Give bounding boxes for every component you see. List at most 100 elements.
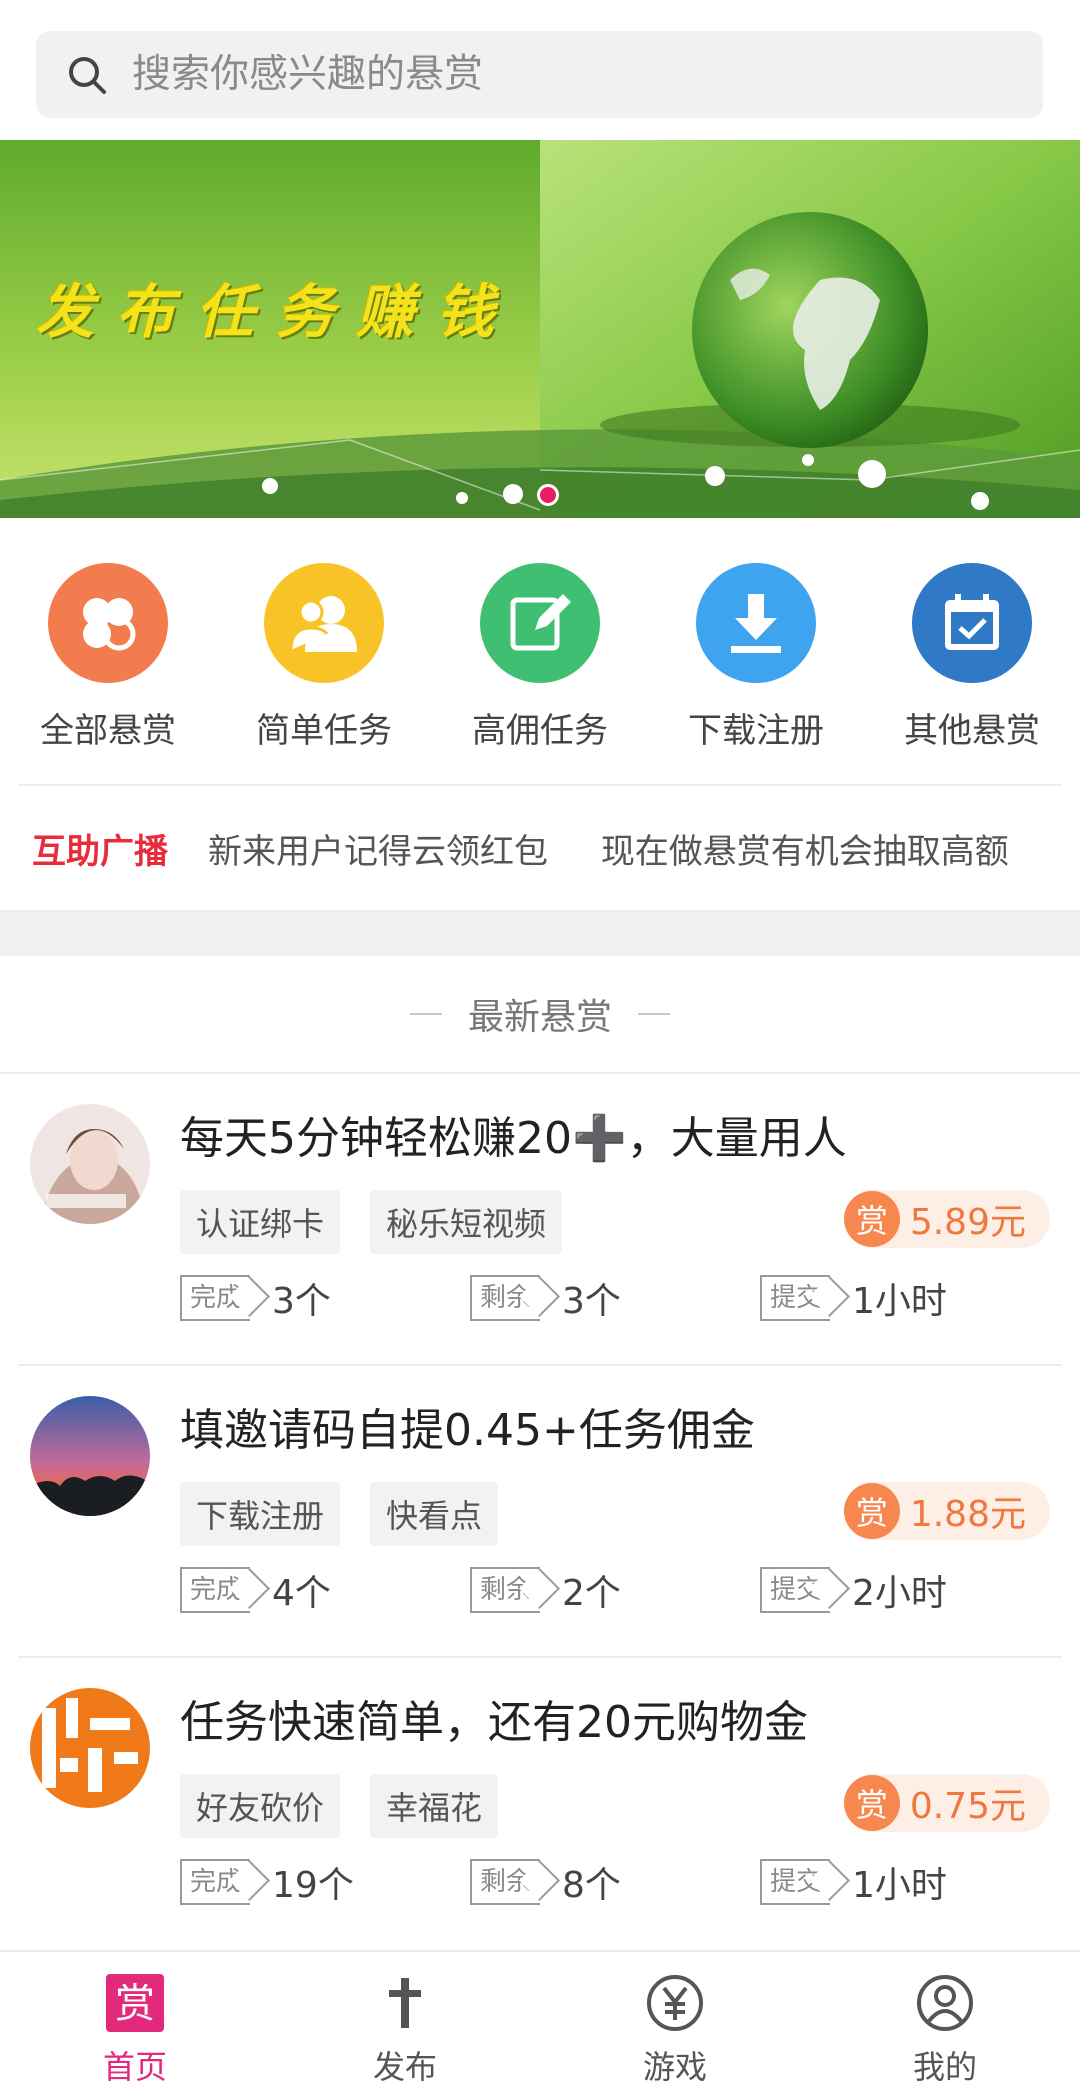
cross-icon	[270, 1972, 540, 2034]
task-tags: 好友砍价 幸福花	[180, 1774, 528, 1838]
stat-remaining: 剩余 3个	[470, 1272, 621, 1324]
search-bar[interactable]	[36, 31, 1043, 118]
stat-label: 完成	[180, 1567, 251, 1613]
search-header	[0, 0, 1080, 140]
stat-value: 19个	[272, 1865, 354, 1906]
reward-amount: 赏 1.88元	[843, 1482, 1050, 1540]
category-label: 全部悬赏	[40, 711, 176, 751]
nav-profile[interactable]: 我的	[810, 1972, 1080, 2088]
stat-completed: 完成 19个	[180, 1856, 354, 1908]
task-tag: 秘乐短视频	[370, 1190, 563, 1254]
stat-label: 剩余	[470, 1859, 541, 1905]
nav-publish[interactable]: 发布	[270, 1972, 540, 2088]
stat-submit-time: 提交 2小时	[760, 1564, 947, 1616]
stat-value: 2个	[562, 1573, 621, 1614]
promo-banner[interactable]: 发布任务赚钱	[0, 140, 1080, 518]
task-title: 任务快速简单，还有20元购物金	[180, 1697, 808, 1748]
yen-coin-icon	[540, 1972, 810, 2034]
nav-label: 游戏	[642, 2048, 707, 2086]
stat-label: 剩余	[470, 1567, 541, 1613]
task-item[interactable]: 填邀请码自提0.45+任务佣金 下载注册 快看点 赏 1.88元 完成 4个 剩…	[0, 1366, 1080, 1658]
download-icon	[696, 563, 816, 683]
reward-badge-icon: 赏	[0, 1972, 270, 2034]
stat-value: 1小时	[852, 1281, 947, 1322]
section-title: 最新悬赏	[467, 997, 612, 1038]
reward-amount: 赏 0.75元	[843, 1774, 1050, 1832]
task-tags: 认证绑卡 秘乐短视频	[180, 1190, 592, 1254]
broadcast-bar[interactable]: 互助广播 新来用户记得云领红包 现在做悬赏有机会抽取高额	[0, 786, 1080, 910]
users-icon	[264, 563, 384, 683]
task-tag: 下载注册	[180, 1482, 341, 1546]
category-label: 高佣任务	[472, 711, 608, 751]
stat-label: 提交	[760, 1859, 831, 1905]
stat-remaining: 剩余 2个	[470, 1564, 621, 1616]
reward-value: 0.75元	[909, 1786, 1026, 1827]
category-download-register[interactable]: 下载注册	[648, 563, 864, 752]
section-gap	[0, 910, 1080, 956]
stat-label: 剩余	[470, 1275, 541, 1321]
user-circle-icon	[810, 1972, 1080, 2034]
avatar	[30, 1396, 150, 1516]
stat-label: 提交	[760, 1567, 831, 1613]
broadcast-message: 现在做悬赏有机会抽取高额	[600, 832, 1009, 872]
stat-label: 提交	[760, 1275, 831, 1321]
stat-submit-time: 提交 1小时	[760, 1272, 947, 1324]
stat-completed: 完成 4个	[180, 1564, 331, 1616]
decor-line	[409, 1013, 442, 1015]
nav-home[interactable]: 赏 首页	[0, 1972, 270, 2088]
stat-label: 完成	[180, 1859, 251, 1905]
task-item[interactable]: 任务快速简单，还有20元购物金 好友砍价 幸福花 赏 0.75元 完成 19个 …	[0, 1658, 1080, 1950]
broadcast-ticker[interactable]: 新来用户记得云领红包 现在做悬赏有机会抽取高额	[208, 824, 1051, 873]
reward-badge: 赏	[843, 1483, 900, 1539]
category-simple-tasks[interactable]: 简单任务	[216, 563, 432, 752]
stat-submit-time: 提交 1小时	[760, 1856, 947, 1908]
avatar	[30, 1688, 150, 1808]
reward-amount: 赏 5.89元	[843, 1190, 1050, 1248]
stat-remaining: 剩余 8个	[470, 1856, 621, 1908]
reward-value: 1.88元	[909, 1494, 1026, 1535]
task-tag: 好友砍价	[180, 1774, 341, 1838]
task-title: 填邀请码自提0.45+任务佣金	[180, 1405, 755, 1456]
stat-value: 2小时	[852, 1573, 947, 1614]
stat-completed: 完成 3个	[180, 1272, 331, 1324]
task-tag: 幸福花	[370, 1774, 499, 1838]
category-grid: 全部悬赏 简单任务 高佣任务 下载注册 其他悬赏	[0, 518, 1080, 784]
nav-games[interactable]: 游戏	[540, 1972, 810, 2088]
search-icon	[69, 56, 106, 94]
stat-value: 3个	[562, 1281, 621, 1322]
section-header: 最新悬赏	[0, 956, 1080, 1072]
category-all-rewards[interactable]: 全部悬赏	[0, 563, 216, 752]
category-high-commission[interactable]: 高佣任务	[432, 563, 648, 752]
calendar-check-icon	[912, 563, 1032, 683]
task-title: 每天5分钟轻松赚20➕，大量用人	[180, 1113, 847, 1164]
task-tag: 快看点	[370, 1482, 499, 1546]
stat-value: 8个	[562, 1865, 621, 1906]
stat-value: 3个	[272, 1281, 331, 1322]
banner-dot[interactable]	[503, 484, 523, 504]
reward-value: 5.89元	[909, 1202, 1026, 1243]
nav-label: 发布	[372, 2048, 437, 2086]
category-label: 下载注册	[688, 711, 824, 751]
reward-badge: 赏	[843, 1775, 900, 1831]
clover-icon	[48, 563, 168, 683]
nav-label: 首页	[102, 2048, 167, 2086]
nav-label: 我的	[912, 2048, 977, 2086]
category-other-rewards[interactable]: 其他悬赏	[864, 563, 1080, 752]
bottom-nav: 赏 首页 发布 游戏 我的	[0, 1950, 1080, 2099]
decor-line	[638, 1013, 670, 1015]
banner-dot-active[interactable]	[537, 484, 559, 506]
edit-icon	[480, 563, 600, 683]
avatar	[30, 1104, 150, 1224]
stat-label: 完成	[180, 1275, 251, 1321]
stat-value: 1小时	[852, 1865, 947, 1906]
banner-pagination	[0, 480, 1080, 510]
search-input[interactable]	[132, 52, 1012, 97]
stat-value: 4个	[272, 1573, 331, 1614]
svg-text:赏: 赏	[115, 1981, 155, 2027]
task-item[interactable]: 每天5分钟轻松赚20➕，大量用人 认证绑卡 秘乐短视频 赏 5.89元 完成 3…	[0, 1074, 1080, 1366]
category-label: 简单任务	[256, 711, 392, 751]
broadcast-tag: 互助广播	[32, 832, 168, 872]
category-label: 其他悬赏	[904, 711, 1040, 751]
task-tags: 下载注册 快看点	[180, 1482, 528, 1546]
reward-badge: 赏	[843, 1191, 900, 1247]
